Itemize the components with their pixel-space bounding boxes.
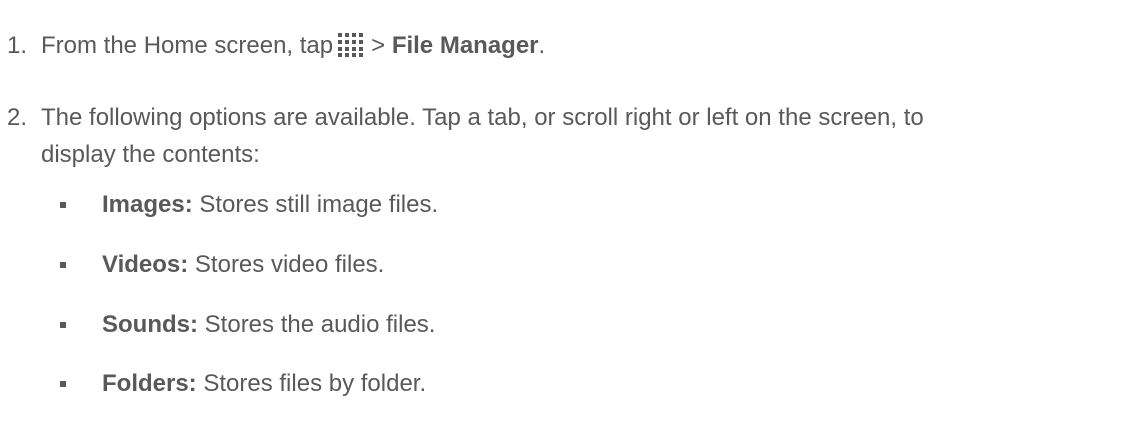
separator: > bbox=[371, 32, 386, 59]
document-page: 1. From the Home screen, tap > File Manag… bbox=[0, 0, 1145, 421]
option-desc: Stores video files. bbox=[188, 251, 385, 278]
option-desc: Stores the audio files. bbox=[198, 311, 436, 338]
option-text: Sounds: Stores the audio files. bbox=[102, 308, 435, 342]
apps-grid-icon bbox=[338, 33, 364, 57]
bullet-square-icon bbox=[60, 322, 66, 328]
option-text: Folders: Stores files by folder. bbox=[102, 367, 426, 401]
option-term: Images: bbox=[102, 191, 193, 218]
step-1-intro: From the Home screen, tap bbox=[41, 32, 334, 59]
option-desc: Stores still image files. bbox=[192, 191, 439, 218]
option-text: Images: Stores still image files. bbox=[102, 188, 438, 222]
step-2-line-1: The following options are available. Tap… bbox=[41, 104, 924, 131]
step-text: From the Home screen, tap > File Manager. bbox=[41, 29, 545, 63]
step-number: 1. bbox=[7, 32, 28, 59]
option-desc: Stores files by folder. bbox=[196, 370, 427, 397]
bullet-square-icon bbox=[60, 262, 66, 268]
option-term: Videos: bbox=[102, 251, 189, 278]
step-number: 2. bbox=[7, 104, 28, 131]
option-term: Sounds: bbox=[102, 311, 198, 338]
bullet-square-icon bbox=[60, 202, 66, 208]
bullet-square-icon bbox=[60, 381, 66, 387]
option-term: Folders: bbox=[102, 370, 197, 397]
step-2-line-2: display the contents: bbox=[41, 141, 260, 168]
step-1-end: . bbox=[538, 32, 546, 59]
file-manager-label: File Manager bbox=[391, 32, 539, 59]
option-text: Videos: Stores video files. bbox=[102, 248, 384, 282]
